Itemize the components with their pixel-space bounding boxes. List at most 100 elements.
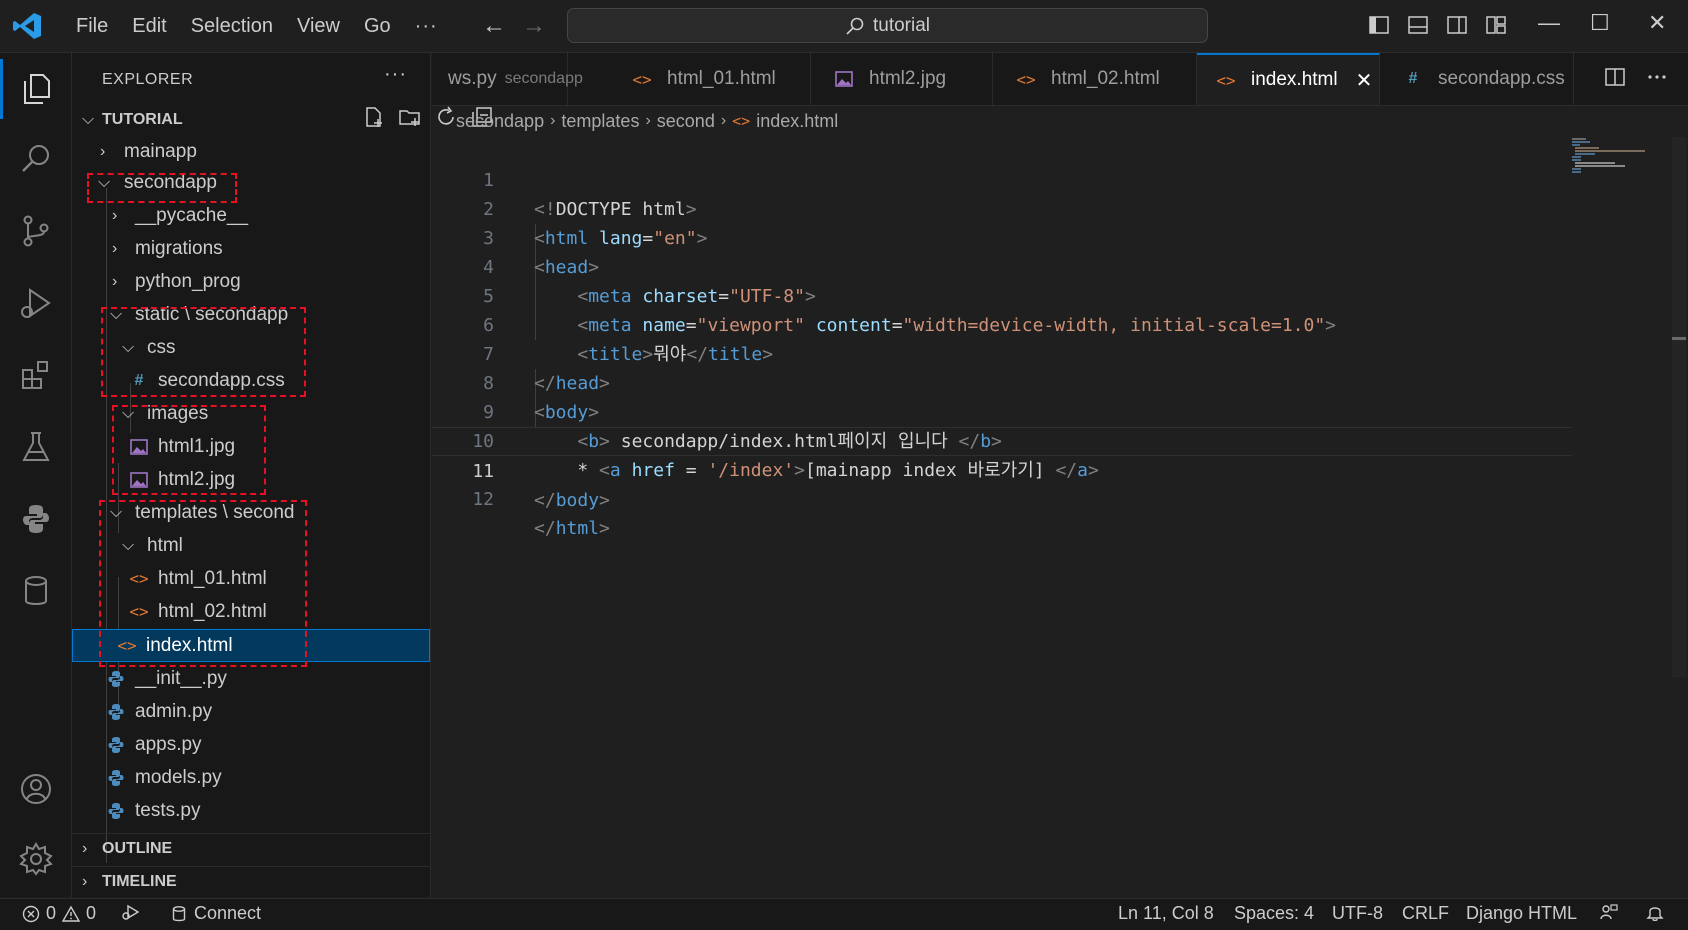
language-mode[interactable]: Django HTML [1466,903,1577,924]
vscode-logo-icon [13,13,41,39]
chevron-right-icon: › [720,112,727,129]
editor-tab-bar: ws.py secondapp <> html_01.html html2.jp… [432,53,1688,106]
tree-folder-css[interactable]: ⌵ css [72,331,430,364]
breadcrumb-item[interactable]: second [657,111,715,132]
new-folder-icon[interactable] [398,105,422,129]
indentation-setting[interactable]: Spaces: 4 [1234,903,1314,924]
explorer-icon[interactable] [0,59,71,119]
workspace-section-header[interactable]: ⌵ TUTORIAL [72,105,492,135]
tree-label: apps.py [135,733,202,755]
database-icon[interactable] [0,561,71,621]
breadcrumb-item[interactable]: templates [561,111,639,132]
tree-folder-static-secondapp[interactable]: ⌵ static \ secondapp [72,298,430,331]
timeline-label: TIMELINE [102,873,177,890]
menu-go[interactable]: Go [352,15,403,38]
tree-folder-python-prog[interactable]: › python_prog [72,265,430,298]
tree-label: html_01.html [158,567,267,589]
file-encoding[interactable]: UTF-8 [1332,903,1383,924]
tree-label: static \ secondapp [135,303,289,325]
command-center-search[interactable]: tutorial [567,8,1208,43]
tab-views-py[interactable]: ws.py secondapp [432,53,583,105]
tree-folder-templates-second[interactable]: ⌵ templates \ second [72,496,430,529]
tree-file-init-py[interactable]: __init__.py [72,662,430,695]
image-file-icon [129,437,149,457]
tree-file-html1-jpg[interactable]: html1.jpg [72,430,430,463]
tree-file-apps-py[interactable]: apps.py [72,728,430,761]
tree-file-html2-jpg[interactable]: html2.jpg [72,463,430,496]
tree-folder-migrations[interactable]: › migrations [72,232,430,265]
new-file-icon[interactable] [362,105,386,129]
tree-folder-html[interactable]: ⌵ html [72,529,430,562]
accounts-icon[interactable] [0,759,71,819]
error-icon [22,905,40,922]
connect-button[interactable]: Connect [170,903,261,924]
search-view-icon[interactable] [0,129,71,189]
breadcrumb-item[interactable]: index.html [756,111,838,132]
tab-html-01[interactable]: <> html_01.html [609,53,811,105]
tree-folder-images[interactable]: ⌵ images [72,397,430,430]
tree-file-secondapp-css[interactable]: # secondapp.css [72,364,430,397]
tree-file-admin-py[interactable]: admin.py [72,695,430,728]
python-file-icon [106,768,126,788]
vertical-scrollbar[interactable] [1672,137,1686,677]
code-line: 12 </html> [432,456,1572,539]
cursor-position[interactable]: Ln 11, Col 8 [1118,903,1214,924]
breadcrumb-item[interactable]: secondapp [456,111,544,132]
testing-icon[interactable] [0,417,71,477]
feedback-button[interactable] [1600,903,1618,921]
menu-edit[interactable]: Edit [120,15,178,38]
tree-file-models-py[interactable]: models.py [72,761,430,794]
run-debug-icon[interactable] [0,273,71,333]
tree-file-html-01[interactable]: <> html_01.html [72,562,430,595]
more-actions-icon[interactable] [1646,66,1668,88]
debug-launch[interactable] [122,903,140,921]
minimize-icon[interactable]: — [1538,10,1560,36]
maximize-icon[interactable]: ☐ [1590,10,1610,36]
chevron-down-icon: ⌵ [122,404,135,422]
problems-indicator[interactable]: 0 0 [22,903,96,924]
tab-html-02[interactable]: <> html_02.html [993,53,1197,105]
refresh-icon[interactable] [434,105,458,129]
notifications-button[interactable] [1646,903,1664,921]
toggle-panel-icon[interactable] [1407,14,1429,36]
extensions-icon[interactable] [0,345,71,405]
customize-layout-icon[interactable] [1485,14,1507,36]
tree-label: mainapp [124,140,197,162]
explorer-more-actions[interactable]: ··· [384,63,407,86]
menu-view[interactable]: View [285,15,352,38]
code-line: 5 <meta name="viewport" content="width=d… [432,253,1572,336]
tree-folder-pycache[interactable]: › __pycache__ [72,199,430,232]
menu-selection[interactable]: Selection [179,15,285,38]
end-of-line[interactable]: CRLF [1402,903,1449,924]
tree-file-html-02[interactable]: <> html_02.html [72,595,430,628]
explorer-sidebar: EXPLORER ··· ⌵ TUTORIAL › mainapp ⌵ seco… [72,53,492,897]
toggle-secondary-sidebar-icon[interactable] [1446,14,1468,36]
outline-section-header[interactable]: › OUTLINE [72,833,431,864]
explorer-title: EXPLORER [102,71,194,88]
tree-label: admin.py [135,700,213,722]
forward-arrow-icon[interactable]: → [522,12,546,40]
toggle-primary-sidebar-icon[interactable] [1368,14,1390,36]
close-window-icon[interactable]: ✕ [1648,10,1666,36]
settings-gear-icon[interactable] [0,829,71,889]
menu-file[interactable]: File [64,15,120,38]
python-icon[interactable] [0,489,71,549]
tab-index-html[interactable]: <> index.html ✕ [1197,53,1380,105]
html-file-icon: <> [732,112,751,130]
tree-file-tests-py[interactable]: tests.py [72,794,430,827]
tree-folder-mainapp[interactable]: › mainapp [72,135,430,168]
split-editor-icon[interactable] [1604,66,1626,88]
menu-bar: File Edit Selection View Go ··· [64,0,450,52]
chevron-down-icon: ⌵ [82,111,95,128]
timeline-section-header[interactable]: › TIMELINE [72,866,431,897]
minimap[interactable] [1570,137,1650,177]
tree-file-index-html[interactable]: <> index.html [72,629,430,662]
tab-label: secondapp.css [1438,68,1565,89]
close-icon[interactable]: ✕ [1356,68,1373,93]
tab-html2-jpg[interactable]: html2.jpg [811,53,993,105]
menu-more[interactable]: ··· [403,15,450,38]
tab-secondapp-css[interactable]: # secondapp.css [1380,53,1574,105]
tree-folder-secondapp[interactable]: ⌵ secondapp [72,166,430,199]
source-control-icon[interactable] [0,201,71,261]
back-arrow-icon[interactable]: ← [482,12,506,40]
